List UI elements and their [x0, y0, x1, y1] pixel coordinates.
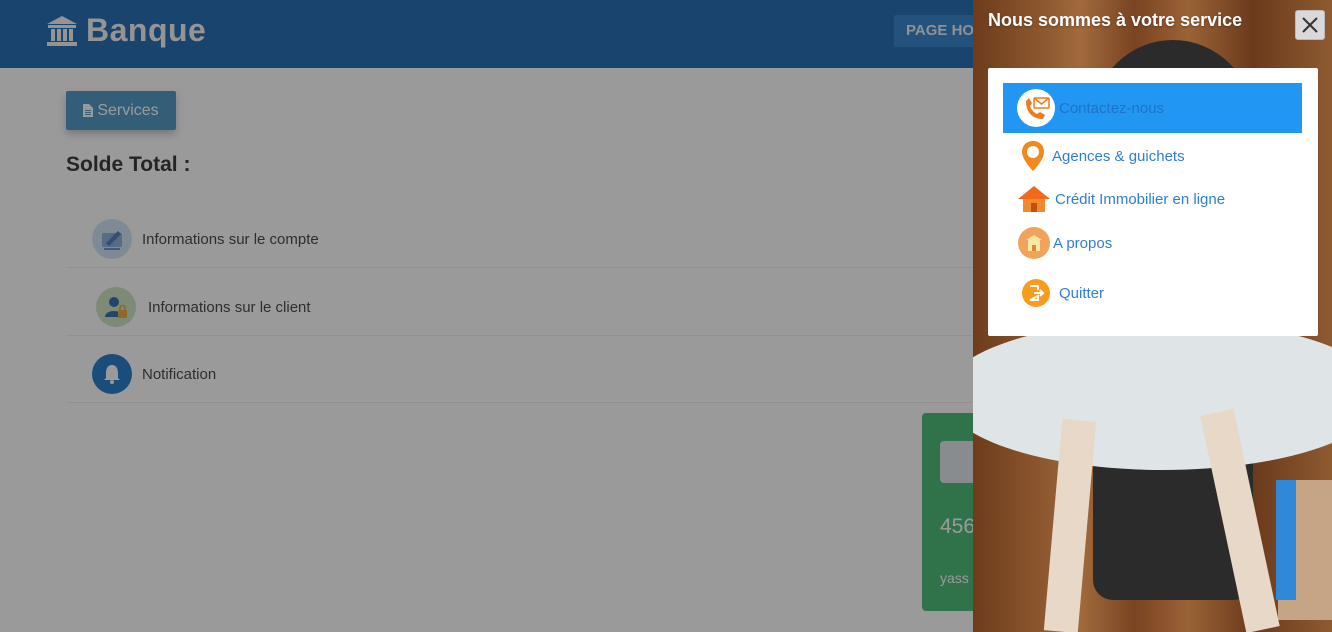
menu-item-label: Crédit Immobilier en ligne: [1055, 190, 1226, 208]
menu-item-contact[interactable]: Contactez-nous: [1003, 83, 1302, 133]
service-side-panel: Nous sommes à votre service Contactez-no…: [973, 0, 1332, 632]
close-button[interactable]: [1295, 10, 1325, 40]
panel-title: Nous sommes à votre service: [988, 10, 1243, 30]
service-menu: Contactez-nous Agences & guichets Crédit…: [988, 68, 1318, 336]
exit-icon: [1022, 279, 1050, 307]
photo-table: [973, 320, 1332, 470]
modal-backdrop[interactable]: [0, 0, 973, 632]
phone-mail-icon: [1017, 89, 1055, 127]
menu-item-label: Contactez-nous: [1059, 99, 1165, 117]
menu-item-label: Agences & guichets: [1052, 147, 1185, 165]
menu-item-mortgage[interactable]: Crédit Immobilier en ligne: [1003, 180, 1302, 218]
menu-item-logout[interactable]: Quitter: [1003, 274, 1302, 312]
building-icon: [1018, 227, 1050, 259]
close-icon: [1302, 17, 1318, 33]
menu-item-label: A propos: [1053, 234, 1113, 252]
menu-item-agencies[interactable]: Agences & guichets: [1003, 136, 1302, 176]
location-pin-icon: [1017, 139, 1049, 173]
menu-item-about[interactable]: A propos: [1003, 224, 1302, 262]
menu-item-label: Quitter: [1059, 284, 1105, 302]
house-icon: [1016, 183, 1052, 215]
photo-bag-strip: [1276, 480, 1296, 600]
